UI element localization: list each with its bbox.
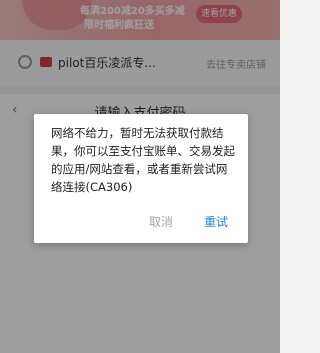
network-error-dialog: 网络不给力，暂时无法获取付款结果，你可以至支付宝账单、交易发起的应用/网站查看，…: [34, 114, 248, 243]
dialog-message: 网络不给力，暂时无法获取付款结果，你可以至支付宝账单、交易发起的应用/网站查看，…: [51, 126, 235, 194]
cancel-button[interactable]: 取消: [149, 213, 173, 230]
retry-button[interactable]: 重试: [204, 213, 228, 230]
